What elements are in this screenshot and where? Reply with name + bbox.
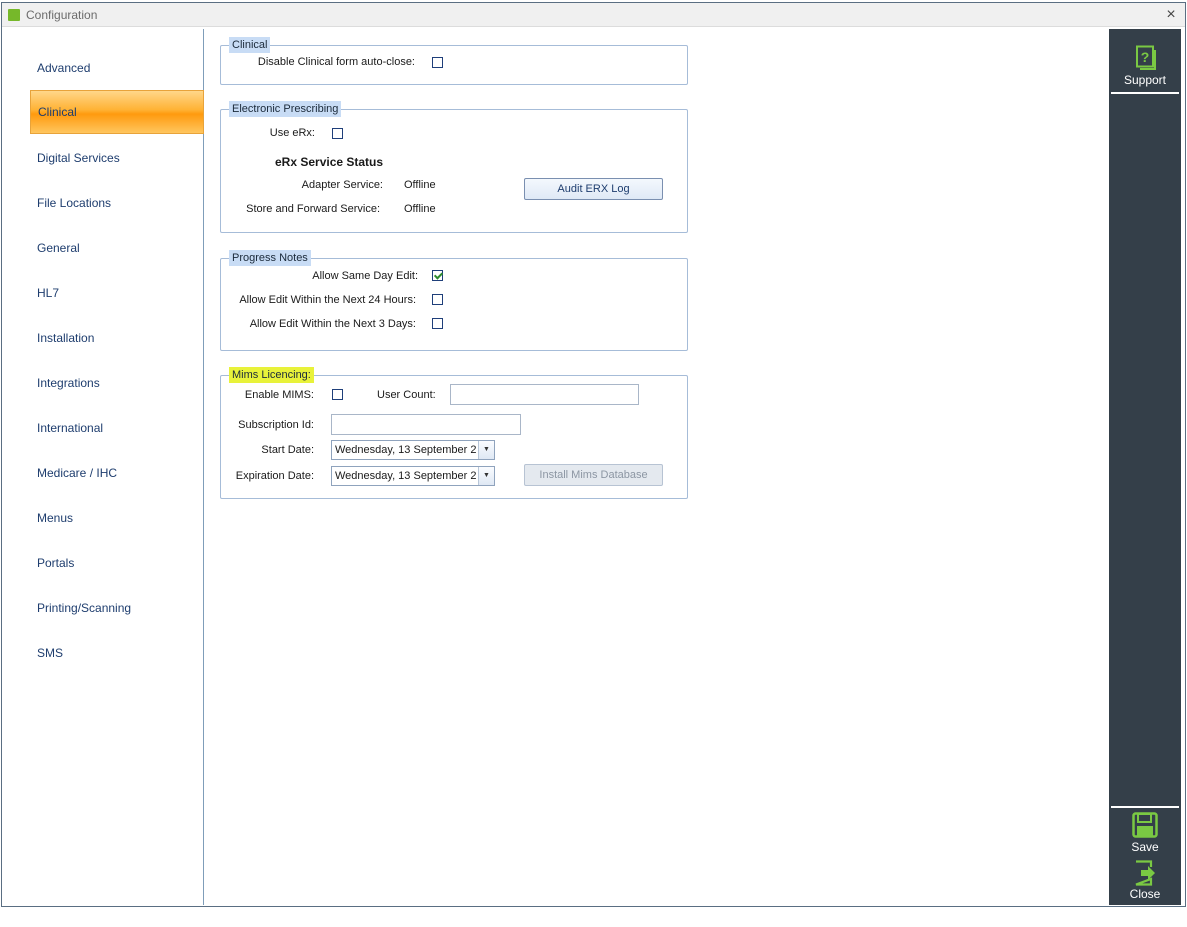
store-forward-status: Offline bbox=[404, 203, 436, 215]
action-bar: ? Support Save Close bbox=[1109, 29, 1181, 905]
adapter-service-label: Adapter Service: bbox=[301, 179, 383, 191]
nav-item-installation[interactable]: Installation bbox=[30, 316, 204, 360]
use-erx-label: Use eRx: bbox=[269, 127, 315, 139]
save-label: Save bbox=[1131, 840, 1159, 854]
use-erx-checkbox[interactable] bbox=[332, 128, 343, 139]
nav-item-hl7[interactable]: HL7 bbox=[30, 271, 204, 315]
nav-item-integrations[interactable]: Integrations bbox=[30, 361, 204, 405]
support-label: Support bbox=[1123, 73, 1167, 87]
progress-notes-legend: Progress Notes bbox=[229, 250, 311, 266]
nav-item-advanced[interactable]: Advanced bbox=[30, 46, 204, 90]
top-separator bbox=[1111, 92, 1179, 94]
settings-nav: Advanced Clinical Digital Services File … bbox=[2, 29, 204, 905]
enable-mims-label: Enable MIMS: bbox=[244, 389, 314, 401]
chevron-down-icon[interactable]: ▼ bbox=[478, 441, 494, 459]
title-bar: Configuration × bbox=[2, 3, 1185, 27]
audit-erx-log-button[interactable]: Audit ERX Log bbox=[524, 178, 663, 200]
close-button[interactable]: Close bbox=[1109, 860, 1181, 906]
erx-group: Electronic Prescribing Use eRx: eRx Serv… bbox=[220, 101, 688, 233]
nav-item-portals[interactable]: Portals bbox=[30, 541, 204, 585]
nav-item-general[interactable]: General bbox=[30, 226, 204, 270]
help-document-icon: ? bbox=[1136, 45, 1156, 70]
close-label: Close bbox=[1129, 887, 1161, 901]
start-date-picker[interactable]: Wednesday, 13 September 2 ▼ bbox=[331, 440, 495, 460]
start-date-label: Start Date: bbox=[261, 444, 314, 456]
support-button[interactable]: ? Support bbox=[1109, 45, 1181, 93]
expiration-date-picker[interactable]: Wednesday, 13 September 2 ▼ bbox=[331, 466, 495, 486]
window-title: Configuration bbox=[26, 8, 98, 22]
nav-item-international[interactable]: International bbox=[30, 406, 204, 450]
user-count-input[interactable] bbox=[450, 384, 639, 405]
same-day-edit-checkbox[interactable] bbox=[432, 270, 443, 281]
mims-legend: Mims Licencing: bbox=[229, 367, 314, 383]
same-day-edit-label: Allow Same Day Edit: bbox=[312, 270, 418, 282]
exit-icon bbox=[1135, 860, 1155, 886]
expiration-date-value: Wednesday, 13 September 2 bbox=[335, 470, 476, 482]
nav-item-file-locations[interactable]: File Locations bbox=[30, 181, 204, 225]
start-date-value: Wednesday, 13 September 2 bbox=[335, 444, 476, 456]
erx-status-heading: eRx Service Status bbox=[275, 155, 384, 169]
nav-item-clinical[interactable]: Clinical bbox=[30, 90, 204, 134]
disable-autoclose-checkbox[interactable] bbox=[432, 57, 443, 68]
edit-3-days-checkbox[interactable] bbox=[432, 318, 443, 329]
mims-group: Mims Licencing: Enable MIMS: User Count:… bbox=[220, 367, 688, 499]
save-button[interactable]: Save bbox=[1109, 812, 1181, 858]
edit-24-hours-checkbox[interactable] bbox=[432, 294, 443, 305]
configuration-window: Configuration × Advanced Clinical Digita… bbox=[1, 2, 1186, 907]
install-mims-database-button: Install Mims Database bbox=[524, 464, 663, 486]
nav-item-printing-scanning[interactable]: Printing/Scanning bbox=[30, 586, 204, 630]
chevron-down-icon[interactable]: ▼ bbox=[478, 467, 494, 485]
svg-text:?: ? bbox=[1141, 49, 1150, 65]
settings-content: Clinical Disable Clinical form auto-clos… bbox=[204, 29, 1107, 905]
save-disk-icon bbox=[1132, 812, 1158, 838]
edit-3-days-label: Allow Edit Within the Next 3 Days: bbox=[249, 318, 416, 330]
clinical-legend: Clinical bbox=[229, 37, 271, 53]
erx-legend: Electronic Prescribing bbox=[229, 101, 342, 117]
store-forward-label: Store and Forward Service: bbox=[246, 203, 380, 215]
nav-item-sms[interactable]: SMS bbox=[30, 631, 204, 675]
nav-item-medicare-ihc[interactable]: Medicare / IHC bbox=[30, 451, 204, 495]
app-icon bbox=[8, 9, 20, 21]
clinical-group: Clinical Disable Clinical form auto-clos… bbox=[220, 37, 688, 85]
subscription-id-label: Subscription Id: bbox=[238, 419, 314, 431]
enable-mims-checkbox[interactable] bbox=[332, 389, 343, 400]
nav-item-digital-services[interactable]: Digital Services bbox=[30, 136, 204, 180]
window-close-icon[interactable]: × bbox=[1161, 4, 1181, 26]
subscription-id-input[interactable] bbox=[331, 414, 521, 435]
adapter-service-status: Offline bbox=[404, 179, 436, 191]
progress-notes-group: Progress Notes Allow Same Day Edit: Allo… bbox=[220, 250, 688, 351]
bottom-separator bbox=[1111, 806, 1179, 808]
user-count-label: User Count: bbox=[377, 389, 436, 401]
disable-autoclose-label: Disable Clinical form auto-close: bbox=[257, 56, 415, 68]
nav-item-menus[interactable]: Menus bbox=[30, 496, 204, 540]
edit-24-hours-label: Allow Edit Within the Next 24 Hours: bbox=[239, 294, 416, 306]
expiration-date-label: Expiration Date: bbox=[235, 470, 314, 482]
